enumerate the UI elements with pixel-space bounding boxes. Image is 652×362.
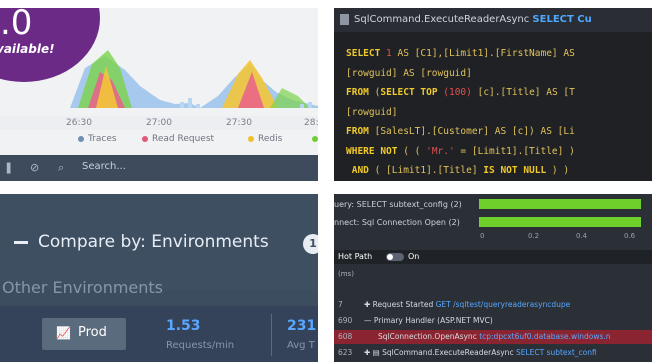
divider [271, 314, 272, 356]
search-input[interactable]: Search... [82, 161, 126, 172]
code-line: AND ( [Limit1].[Title] IS NOT NULL ) ) [346, 165, 570, 176]
hot-path-toggle[interactable] [386, 253, 404, 261]
code-line: WHERE NOT ( ( 'Mr.' = [Limit1].[Title] ) [346, 145, 575, 157]
sql-title-bar: SqlCommand.ExecuteReaderAsync SELECT Cu [334, 8, 652, 32]
pause-icon[interactable]: ❚ [4, 161, 13, 174]
legend-label: Read Request [152, 134, 215, 144]
timeline-bar [479, 199, 641, 209]
hot-path-label: Hot Path [338, 252, 373, 261]
prod-label: Prod [78, 325, 107, 340]
hot-path-bar: Hot Path On [334, 250, 652, 264]
trace-row[interactable]: 623 ✚ ▤ SqlCommand.ExecuteReaderAsync SEL… [334, 346, 652, 360]
available-text: vailable! [0, 42, 55, 56]
requests-label: Requests/min [166, 340, 235, 351]
timeline-row-label: nnect: Sql Connection Open (2) [334, 218, 460, 227]
database-icon [340, 14, 349, 25]
trace-duration: 690 [338, 316, 353, 325]
search-bar: ❚ ⊘ ⌕ Search... [0, 155, 318, 181]
legend-label: Traces [88, 134, 117, 144]
legend-dot [312, 135, 318, 142]
trace-text: — Primary Handler (ASP.NET MVC) [364, 316, 493, 325]
hot-path-toggle-label: On [408, 252, 420, 261]
collapse-icon [14, 241, 28, 244]
compare-title-text: Compare by: Environments [38, 232, 269, 252]
trace-duration: 7 [338, 300, 343, 309]
chart-legend: Traces Read Request Redis [0, 134, 318, 148]
code-line: SELECT 1 AS [C1],[Limit1].[FirstName] AS [346, 48, 575, 59]
legend-item-redis[interactable]: Redis [248, 134, 282, 144]
tick-label: 26:30 [66, 118, 92, 128]
timeline-bar [479, 217, 641, 227]
trace-row[interactable]: 690 — Primary Handler (ASP.NET MVC) [334, 314, 652, 328]
legend-label: Redis [258, 134, 283, 144]
legend-dot [78, 135, 84, 142]
sql-code-block: SELECT 1 AS [C1],[Limit1].[FirstName] AS… [346, 44, 652, 181]
duration-column-header: (ms) [338, 270, 354, 278]
trace-duration: 623 [338, 348, 353, 357]
tick-label: 27:30 [226, 118, 252, 128]
sql-title-highlight: SELECT Cu [532, 14, 592, 25]
tick-label: 27:00 [146, 118, 172, 128]
chart-icon: 📈 [56, 326, 71, 340]
code-line: [rowguid] AS [rowguid] [346, 67, 472, 79]
clear-icon[interactable]: ⊘ [30, 161, 39, 174]
legend-item-traces[interactable]: Traces [78, 134, 117, 144]
legend-dot [142, 135, 148, 142]
count-badge: 1 [303, 234, 318, 254]
trace-text: SqlConnection.OpenAsync tcp:dpcxt6uf0.da… [378, 332, 611, 341]
compare-panel: Compare by: Environments 1 Other Environ… [0, 194, 318, 362]
code-line: FROM (SELECT TOP (100) [c].[Title] AS [T [346, 87, 575, 98]
axis-tick: 0 [480, 232, 485, 240]
search-icon: ⌕ [58, 161, 65, 174]
traces-panel: 26:30 27:00 27:30 28:00 Traces Read Requ… [0, 8, 318, 181]
requests-value: 1.53 [166, 318, 201, 334]
legend-item-more[interactable] [312, 134, 318, 144]
trace-duration: 608 [338, 332, 353, 341]
trace-text: ✚ Request Started GET /sqltest/queryread… [364, 300, 571, 309]
axis-tick: 0.6 [624, 232, 636, 240]
timeline-axis: 0 0.2 0.4 0.6 [478, 232, 652, 242]
sql-panel: SqlCommand.ExecuteReaderAsync SELECT Cu … [334, 8, 652, 181]
other-environments-heading: Other Environments [2, 278, 164, 297]
sql-method: SqlCommand.ExecuteReaderAsync [354, 14, 530, 25]
trace-row[interactable]: 7 ✚ Request Started GET /sqltest/queryrea… [334, 298, 652, 312]
trace-text: ✚ ▤ SqlCommand.ExecuteReaderAsync SELECT… [364, 348, 597, 357]
timeline-panel: uery: SELECT subtext_config (2) nnect: S… [334, 194, 652, 362]
code-line: [rowguid] [346, 106, 398, 118]
timeline-row-label: uery: SELECT subtext_config (2) [334, 200, 462, 209]
avg-time-value: 231 [287, 318, 317, 334]
timeline-row[interactable]: uery: SELECT subtext_config (2) [334, 196, 652, 212]
legend-item-read-request[interactable]: Read Request [142, 134, 214, 144]
axis-tick: 0.4 [576, 232, 588, 240]
timeline-row[interactable]: nnect: Sql Connection Open (2) [334, 214, 652, 230]
axis-tick: 0.2 [528, 232, 540, 240]
avg-time-label: Avg T [287, 340, 315, 351]
code-line: FROM [SalesLT].[Customer] AS [c]) AS [Li [346, 126, 575, 137]
prod-environment-button[interactable]: 📈 Prod [42, 318, 126, 350]
version-number: .0 [0, 8, 33, 43]
tick-label: 28:00 [304, 118, 318, 128]
legend-dot [248, 135, 254, 142]
trace-row[interactable]: 608 SqlConnection.OpenAsync tcp:dpcxt6uf0… [334, 330, 652, 344]
